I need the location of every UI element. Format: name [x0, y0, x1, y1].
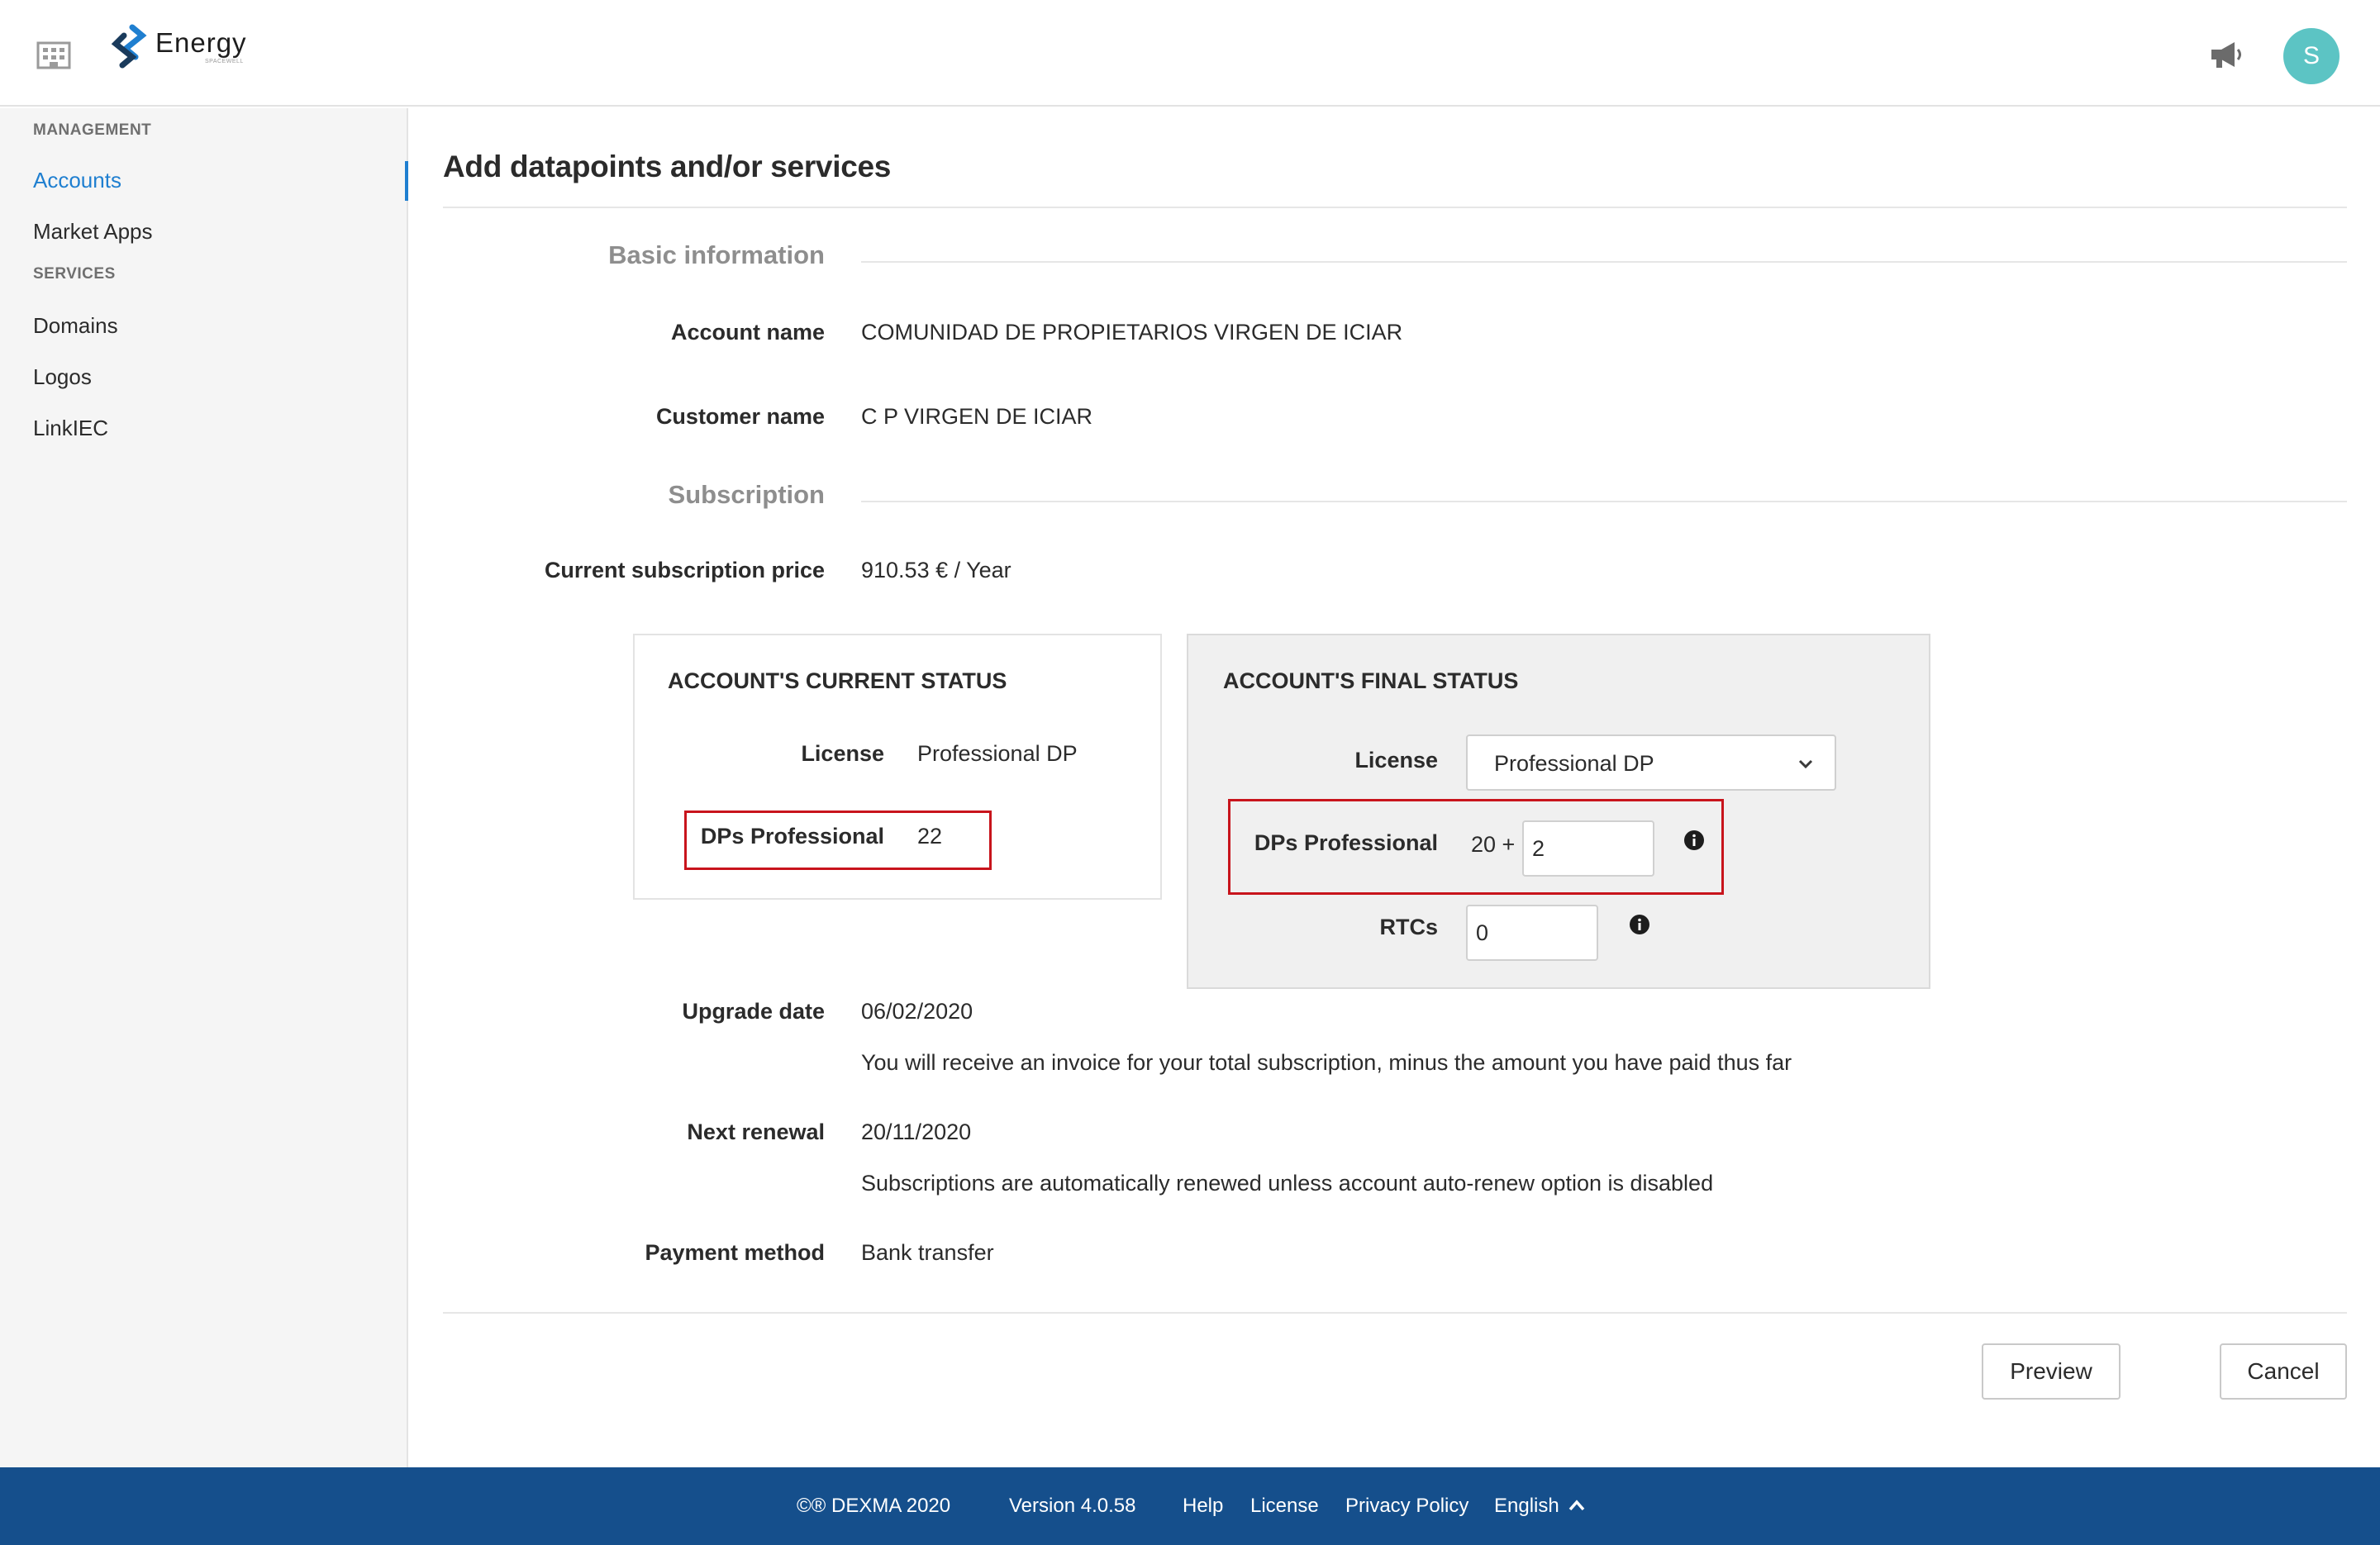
- chevron-up-icon[interactable]: [1567, 1497, 1587, 1514]
- account-name-label: Account name: [670, 320, 825, 345]
- current-status-card: ACCOUNT'S CURRENT STATUS License Profess…: [633, 634, 1162, 900]
- rtcs-label: RTCs: [1379, 915, 1438, 939]
- final-status-title: ACCOUNT'S FINAL STATUS: [1223, 668, 1519, 693]
- brand-subtitle: SPACEWELL: [205, 58, 244, 64]
- page-title: Add datapoints and/or services: [443, 150, 892, 183]
- sidebar-active-indicator: [405, 161, 408, 201]
- cancel-button[interactable]: Cancel: [2220, 1343, 2347, 1400]
- current-dps-label: DPs Professional: [700, 824, 884, 849]
- final-dps-label: DPs Professional: [1254, 830, 1438, 855]
- current-license-value: Professional DP: [917, 741, 1078, 766]
- logo-mark-icon: [111, 24, 147, 69]
- sidebar-item-market-apps[interactable]: Market Apps: [33, 219, 153, 245]
- brand-name: Energy: [155, 26, 247, 58]
- upgrade-date-value: 06/02/2020: [861, 999, 973, 1024]
- divider: [443, 1312, 2347, 1314]
- top-bar: Energy SPACEWELL S: [0, 0, 2380, 107]
- section-subscription: Subscription: [668, 480, 825, 509]
- preview-button[interactable]: Preview: [1982, 1343, 2121, 1400]
- divider: [861, 501, 2347, 502]
- account-name-value: COMUNIDAD DE PROPIETARIOS VIRGEN DE ICIA…: [861, 320, 1403, 345]
- main-content: Add datapoints and/or services Basic inf…: [410, 108, 2380, 1467]
- rtcs-input[interactable]: [1466, 905, 1598, 961]
- section-basic-information: Basic information: [608, 240, 825, 269]
- footer-privacy-link[interactable]: Privacy Policy: [1345, 1495, 1468, 1518]
- user-avatar[interactable]: S: [2283, 28, 2340, 84]
- subscription-price-label: Current subscription price: [544, 558, 825, 582]
- renewal-note: Subscriptions are automatically renewed …: [861, 1171, 1714, 1196]
- license-select[interactable]: Professional DP: [1466, 734, 1836, 791]
- megaphone-icon[interactable]: [2208, 38, 2244, 71]
- current-license-label: License: [801, 741, 884, 766]
- info-icon[interactable]: [1684, 830, 1704, 850]
- sidebar-section-services: SERVICES: [33, 265, 116, 283]
- info-icon[interactable]: [1630, 915, 1649, 934]
- customer-name-label: Customer name: [655, 404, 825, 429]
- chevron-down-icon: [1798, 759, 1813, 769]
- upgrade-date-label: Upgrade date: [682, 999, 825, 1024]
- payment-method-value: Bank transfer: [861, 1240, 994, 1265]
- next-renewal-value: 20/11/2020: [861, 1120, 972, 1144]
- next-renewal-label: Next renewal: [687, 1120, 825, 1144]
- footer-language-selector[interactable]: English: [1494, 1495, 1559, 1518]
- divider: [861, 261, 2347, 263]
- divider: [443, 207, 2347, 208]
- footer-help-link[interactable]: Help: [1183, 1495, 1223, 1518]
- payment-method-label: Payment method: [645, 1240, 825, 1265]
- footer-copyright: ©® DEXMA 2020: [797, 1495, 951, 1517]
- license-select-value: Professional DP: [1494, 751, 1654, 776]
- current-status-title: ACCOUNT'S CURRENT STATUS: [668, 668, 1007, 693]
- upgrade-note: You will receive an invoice for your tot…: [861, 1050, 1792, 1075]
- building-icon[interactable]: [36, 38, 71, 69]
- sidebar-item-logos[interactable]: Logos: [33, 364, 92, 390]
- final-dps-base: 20 +: [1471, 832, 1516, 857]
- brand-logo[interactable]: Energy SPACEWELL: [107, 21, 247, 71]
- customer-name-value: C P VIRGEN DE ICIAR: [861, 404, 1093, 429]
- subscription-price-value: 910.53 € / Year: [861, 558, 1011, 582]
- sidebar-section-management: MANAGEMENT: [33, 121, 152, 139]
- current-dps-value: 22: [917, 824, 943, 849]
- footer-license-link[interactable]: License: [1250, 1495, 1319, 1518]
- sidebar-item-accounts[interactable]: Accounts: [33, 168, 121, 193]
- final-status-card: ACCOUNT'S FINAL STATUS License Professio…: [1187, 634, 1930, 989]
- dps-professional-input[interactable]: [1522, 820, 1654, 877]
- final-license-label: License: [1354, 748, 1438, 772]
- footer-version: Version 4.0.58: [1009, 1495, 1136, 1517]
- footer: ©® DEXMA 2020 Version 4.0.58 Help Licens…: [0, 1467, 2380, 1545]
